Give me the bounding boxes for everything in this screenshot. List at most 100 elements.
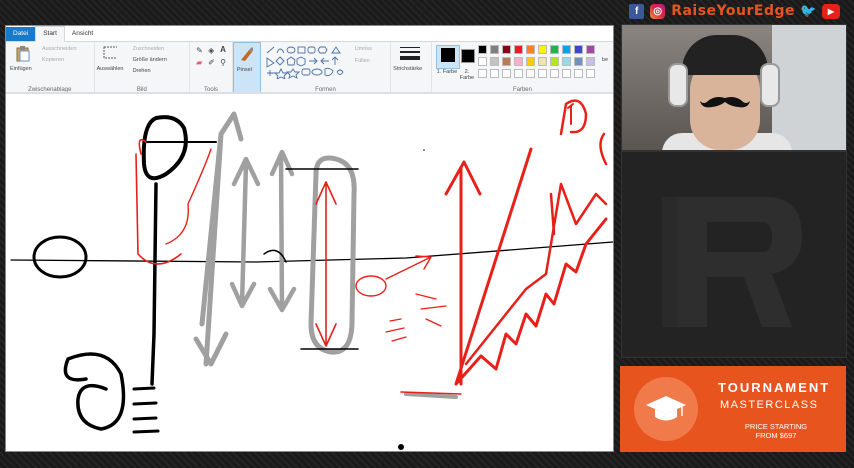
select-icon[interactable] xyxy=(103,46,117,62)
ad-subtitle: MASTERCLASS xyxy=(720,399,819,411)
gray-capsule xyxy=(308,155,357,355)
headphone-right xyxy=(760,63,780,107)
color1-label: 1. Farbe xyxy=(436,69,458,75)
canvas-drawing xyxy=(10,99,613,450)
custom-palette-swatch[interactable] xyxy=(501,69,511,78)
paste-icon[interactable] xyxy=(16,46,30,62)
ad-title: TOURNAMENT xyxy=(718,380,831,395)
shapes-group: Umriss Füllen Formen xyxy=(261,42,392,94)
copy-button[interactable]: Kopieren xyxy=(42,57,64,63)
palette-swatch[interactable] xyxy=(549,45,559,54)
fill-dropdown[interactable]: Füllen xyxy=(355,58,370,64)
tab-view[interactable]: Ansicht xyxy=(65,27,100,41)
red-capsule-arrow xyxy=(315,181,337,347)
tab-start[interactable]: Start xyxy=(35,26,65,42)
palette-swatch[interactable] xyxy=(489,45,499,54)
palette-swatch[interactable] xyxy=(537,57,547,66)
color-picker-icon[interactable]: ✐ xyxy=(208,58,215,67)
drawing-canvas[interactable] xyxy=(6,94,613,451)
palette-swatch[interactable] xyxy=(525,45,535,54)
pole-stroke xyxy=(150,182,158,386)
palette-swatch[interactable] xyxy=(501,45,511,54)
masterclass-ad[interactable]: TOURNAMENT MASTERCLASS PRICE STARTING FR… xyxy=(620,366,846,452)
paint-window: Datei Start Ansicht Einfügen Ausschneide… xyxy=(5,25,614,452)
paste-button[interactable]: Einfügen xyxy=(10,66,32,72)
brand-name: RaiseYourEdge xyxy=(671,3,795,19)
gray-arrow-3 xyxy=(267,149,297,313)
gray-arrow-1 xyxy=(199,111,244,367)
palette-swatch[interactable] xyxy=(585,45,595,54)
red-small-oval xyxy=(355,275,387,297)
ad-price: PRICE STARTING FROM $697 xyxy=(736,422,816,440)
webcam-feed xyxy=(621,24,847,151)
head-stroke xyxy=(141,115,188,181)
palette-swatch[interactable] xyxy=(501,57,511,66)
ad-price-line2: FROM $697 xyxy=(755,431,797,440)
palette-swatch[interactable] xyxy=(513,57,523,66)
color2-label: 2. Farbe xyxy=(459,69,475,81)
edit-colors-label[interactable]: be xyxy=(602,57,608,63)
mustache-icon xyxy=(700,97,750,108)
clipboard-group: Einfügen Ausschneiden Kopieren Zwischena… xyxy=(6,42,95,94)
custom-palette-swatch[interactable] xyxy=(477,69,487,78)
logo-panel xyxy=(621,151,847,358)
youtube-icon[interactable]: ▶ xyxy=(822,3,840,19)
dot-mark xyxy=(398,444,404,450)
r-logo-icon xyxy=(662,197,802,327)
resize-button[interactable]: Größe ändern xyxy=(133,57,167,63)
crop-button[interactable]: Zuschneiden xyxy=(133,46,165,52)
color1-swatch-frame[interactable] xyxy=(435,45,460,69)
custom-palette-swatch[interactable] xyxy=(537,69,547,78)
shapes-gallery-icon[interactable] xyxy=(265,45,349,79)
gray-arrow-1-head xyxy=(193,331,229,367)
fill-bucket-icon[interactable]: ◈ xyxy=(208,46,214,55)
palette-swatch[interactable] xyxy=(489,57,499,66)
facebook-icon[interactable]: f xyxy=(629,3,645,19)
red-digit-1 xyxy=(567,103,574,125)
brushes-group[interactable]: Pinsel xyxy=(232,42,261,94)
custom-palette-swatch[interactable] xyxy=(513,69,523,78)
graduation-cap-icon xyxy=(646,396,686,421)
palette-swatch[interactable] xyxy=(537,45,547,54)
outline-dropdown[interactable]: Umriss xyxy=(355,46,372,52)
palette-swatch[interactable] xyxy=(561,57,571,66)
custom-palette-swatch[interactable] xyxy=(573,69,583,78)
streamer-beanie xyxy=(682,35,768,75)
palette-swatch[interactable] xyxy=(477,45,487,54)
custom-palette-swatch[interactable] xyxy=(561,69,571,78)
palette-swatch[interactable] xyxy=(513,45,523,54)
palette-swatch[interactable] xyxy=(561,45,571,54)
instagram-icon[interactable]: ◎ xyxy=(650,3,666,19)
red-dashes xyxy=(385,293,447,342)
select-button[interactable]: Auswählen xyxy=(97,66,124,72)
tiny-dot-mark xyxy=(423,149,425,151)
gray-dash xyxy=(404,392,458,399)
palette-swatch[interactable] xyxy=(573,45,583,54)
text-tool-icon[interactable]: A xyxy=(220,45,226,54)
custom-palette-swatch[interactable] xyxy=(489,69,499,78)
color2-swatch[interactable] xyxy=(460,49,475,63)
cut-button[interactable]: Ausschneiden xyxy=(42,46,77,52)
tally-stroke xyxy=(132,386,160,434)
tab-file[interactable]: Datei xyxy=(6,27,36,41)
tools-group: ✎ ◈ A ▰ ✐ ⚲ Tools xyxy=(190,42,233,94)
eraser-icon[interactable]: ▰ xyxy=(196,58,202,67)
palette-swatch[interactable] xyxy=(585,57,595,66)
custom-palette-swatch[interactable] xyxy=(585,69,595,78)
red-curve-stroke xyxy=(165,148,212,245)
palette-swatch[interactable] xyxy=(477,57,487,66)
ribbon-tabs: Datei Start Ansicht xyxy=(6,26,613,42)
magnifier-icon[interactable]: ⚲ xyxy=(220,58,226,67)
palette-swatch[interactable] xyxy=(573,57,583,66)
red-zigzag-2 xyxy=(464,182,608,366)
custom-palette-swatch[interactable] xyxy=(549,69,559,78)
pencil-icon[interactable]: ✎ xyxy=(196,46,203,55)
twitter-icon[interactable]: 🐦 xyxy=(800,3,816,19)
size-group[interactable]: Strichstärke xyxy=(391,42,432,94)
palette-swatch[interactable] xyxy=(549,57,559,66)
colors-group: 1. Farbe 2. Farbe be Farben xyxy=(432,42,613,94)
gray-arrow-2 xyxy=(229,156,261,309)
rotate-button[interactable]: Drehen xyxy=(133,68,151,74)
custom-palette-swatch[interactable] xyxy=(525,69,535,78)
palette-swatch[interactable] xyxy=(525,57,535,66)
